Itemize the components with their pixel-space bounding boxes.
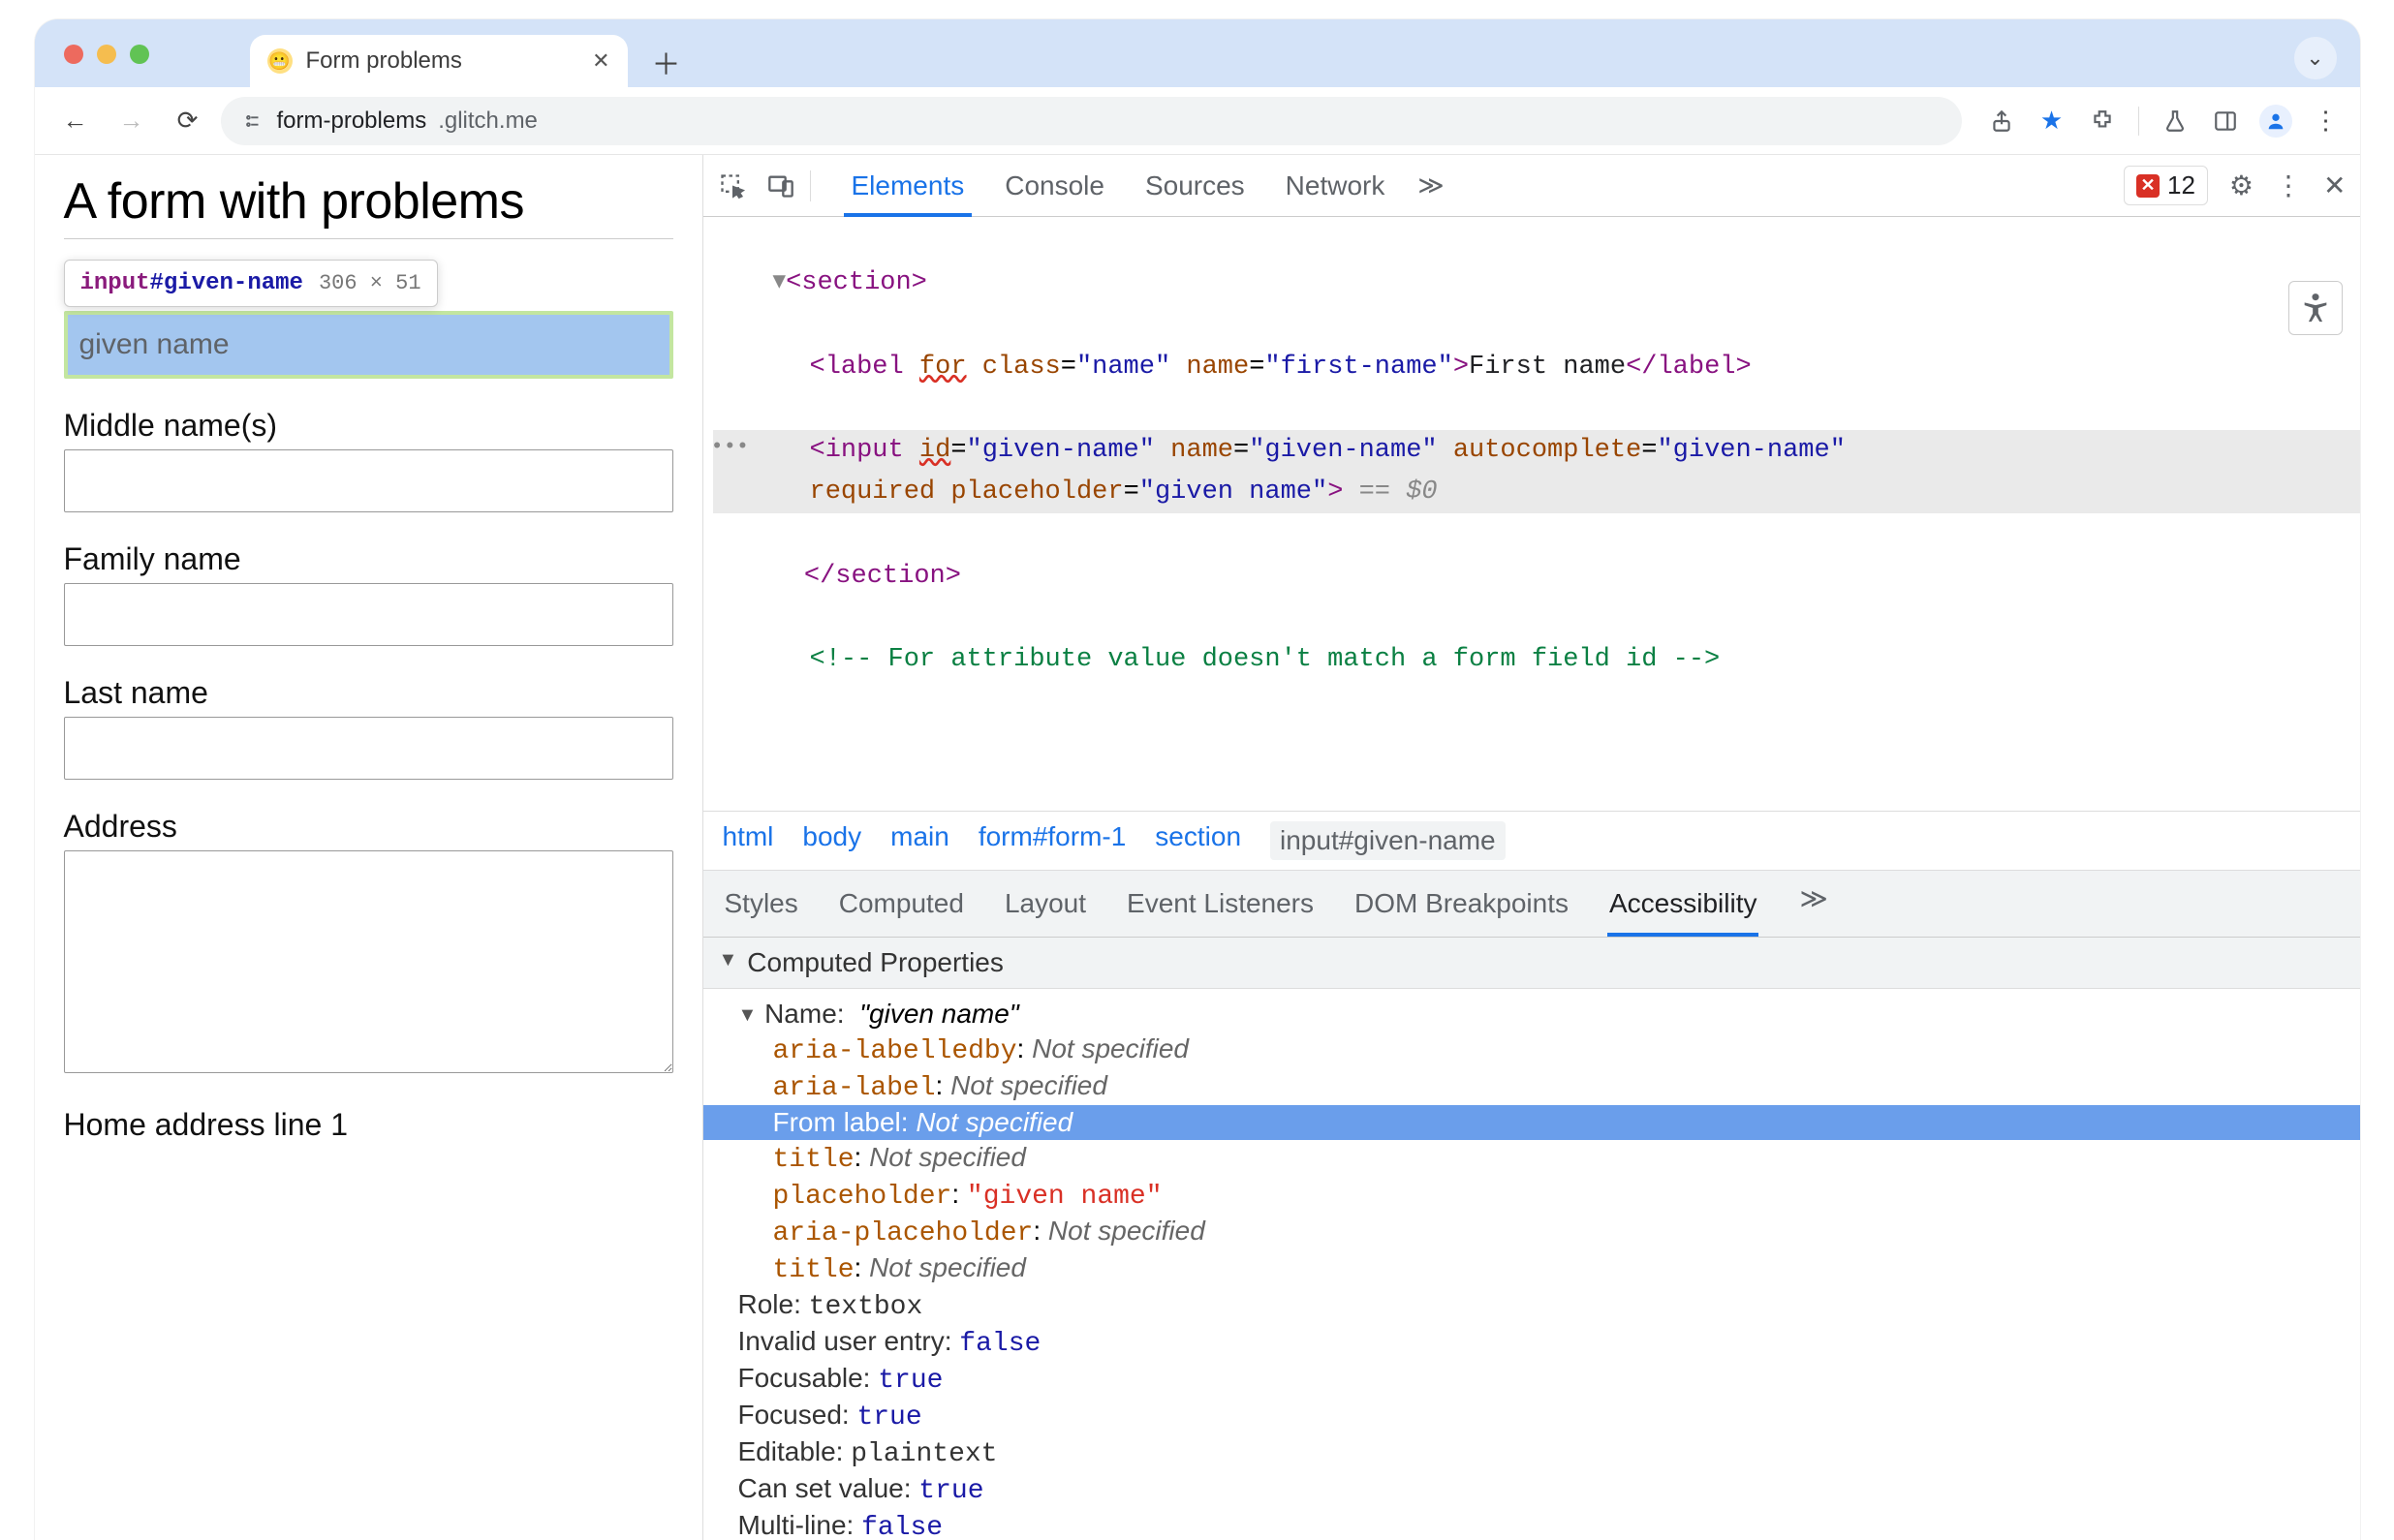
elements-dom-tree[interactable]: ▾<section> <label for class="name" name=… [703,217,2360,811]
acc-section-title: Computed Properties [747,947,1004,978]
bookmark-star-icon[interactable]: ★ [2036,105,2068,138]
subtab-accessibility[interactable]: Accessibility [1607,882,1758,937]
tab-title: Form problems [306,47,462,75]
code-section-open: <section> [786,268,927,297]
subtab-computed[interactable]: Computed [837,882,966,925]
acc-section-header[interactable]: ▼ Computed Properties [703,938,2360,989]
breadcrumb-item[interactable]: form#form-1 [979,821,1126,860]
labs-icon[interactable] [2159,105,2192,138]
middle-name-input[interactable] [64,449,673,512]
back-button[interactable]: ← [52,98,99,144]
accessibility-toggle-icon[interactable] [2288,281,2343,335]
form-field-last-name: Last name [64,675,673,780]
error-count-badge[interactable]: ✕ 12 [2124,166,2208,205]
inspect-tooltip: input#given-name 306 × 51 [64,260,438,307]
tab-console[interactable]: Console [997,159,1112,213]
subtab-styles[interactable]: Styles [723,882,800,925]
devtools-tabbar: Elements Console Sources Network ≫ ✕ 12 … [703,155,2360,217]
last-name-input[interactable] [64,717,673,780]
breadcrumb-item[interactable]: section [1155,821,1241,860]
toolbar-divider [2138,107,2139,136]
content-area: A form with problems input#given-name 30… [35,155,2360,1540]
tab-elements[interactable]: Elements [844,159,973,217]
toolbar-actions: ★ ⋮ [1985,105,2343,138]
extensions-icon[interactable] [2086,105,2119,138]
device-toolbar-icon[interactable] [765,170,796,201]
titlebar: 😬 Form problems ✕ ＋ ⌄ [35,19,2360,87]
page-content-pane: A form with problems input#given-name 30… [35,155,703,1540]
breadcrumb-item[interactable]: main [890,821,949,860]
side-panel-icon[interactable] [2209,105,2242,138]
inspected-element-highlight [64,311,673,379]
code-comment: <!-- For attribute value doesn't match a… [810,645,1721,674]
tab-strip: 😬 Form problems ✕ ＋ [250,19,688,87]
tab-network[interactable]: Network [1278,159,1393,213]
minimize-window-button[interactable] [97,45,116,64]
last-name-label: Last name [64,675,673,711]
address-textarea[interactable] [64,850,673,1073]
subtabs-overflow-icon[interactable]: ≫ [1799,882,1827,925]
browser-tab[interactable]: 😬 Form problems ✕ [250,35,628,87]
subtab-layout[interactable]: Layout [1003,882,1088,925]
toolbar: ← → ⟳ form-problems .glitch.me ★ [35,87,2360,155]
new-tab-button[interactable]: ＋ [645,41,688,83]
acc-computed-properties: ▼ Name: "given name" aria-labelledby: No… [703,989,2360,1540]
code-section-close: </section> [804,562,961,591]
family-name-label: Family name [64,541,673,577]
acc-highlighted-row[interactable]: From label: Not specified [703,1105,2360,1140]
share-icon[interactable] [1985,105,2018,138]
devtools-pane: Elements Console Sources Network ≫ ✕ 12 … [703,155,2360,1540]
tabs-overflow-icon[interactable]: ≫ [1417,170,1444,200]
profile-avatar[interactable] [2259,105,2292,138]
form-field-home-line-1: Home address line 1 [64,1107,673,1143]
maximize-window-button[interactable] [130,45,149,64]
breadcrumb-item-active[interactable]: input#given-name [1270,821,1506,860]
home-line-1-label: Home address line 1 [64,1107,673,1143]
breadcrumb-item[interactable]: body [802,821,861,860]
acc-name-row[interactable]: ▼ Name: "given name" [703,997,2360,1032]
disclosure-triangle-icon[interactable]: ▼ [719,949,738,971]
error-count-value: 12 [2167,170,2195,200]
form-field-family-name: Family name [64,541,673,646]
devtools-settings-icon[interactable]: ⚙ [2229,169,2254,201]
page-title: A form with problems [64,172,673,239]
url-rest: .glitch.me [438,108,538,135]
subtab-dom-breakpoints[interactable]: DOM Breakpoints [1352,882,1570,925]
family-name-input[interactable] [64,583,673,646]
devtools-close-icon[interactable]: ✕ [2323,169,2346,201]
selected-dom-node[interactable]: •••<input id="given-name" name="given-na… [713,430,2360,513]
tooltip-dimensions: 306 × 51 [319,271,421,295]
close-window-button[interactable] [64,45,83,64]
url-host: form-problems [277,108,427,135]
breadcrumb-item[interactable]: html [723,821,774,860]
reload-button[interactable]: ⟳ [165,98,211,144]
address-label: Address [64,809,673,845]
ellipsis-icon[interactable]: ••• [711,430,750,464]
first-name-input[interactable] [68,315,669,375]
dom-breadcrumb: html body main form#form-1 section input… [703,811,2360,871]
error-icon: ✕ [2136,174,2160,198]
kebab-menu-icon[interactable]: ⋮ [2310,105,2343,138]
middle-name-label: Middle name(s) [64,408,673,444]
subtab-event-listeners[interactable]: Event Listeners [1125,882,1316,925]
elements-subpanel-tabs: Styles Computed Layout Event Listeners D… [703,871,2360,938]
disclosure-triangle-icon[interactable]: ▼ [738,1004,758,1027]
tab-favicon: 😬 [267,48,293,74]
address-bar[interactable]: form-problems .glitch.me [221,97,1962,145]
close-tab-icon[interactable]: ✕ [592,48,609,74]
browser-window: 😬 Form problems ✕ ＋ ⌄ ← → ⟳ form-problem… [35,19,2360,1540]
tabs-dropdown-button[interactable]: ⌄ [2294,37,2337,79]
devtools-kebab-icon[interactable]: ⋮ [2275,169,2302,201]
window-controls [64,45,149,64]
form-field-address: Address [64,809,673,1078]
inspect-element-icon[interactable] [717,170,748,201]
tooltip-tagname: input [80,270,150,296]
tooltip-selector: #given-name [150,270,303,296]
forward-button[interactable]: → [109,98,155,144]
site-settings-icon[interactable] [240,108,265,134]
tab-sources[interactable]: Sources [1137,159,1253,213]
form-field-middle-name: Middle name(s) [64,408,673,512]
